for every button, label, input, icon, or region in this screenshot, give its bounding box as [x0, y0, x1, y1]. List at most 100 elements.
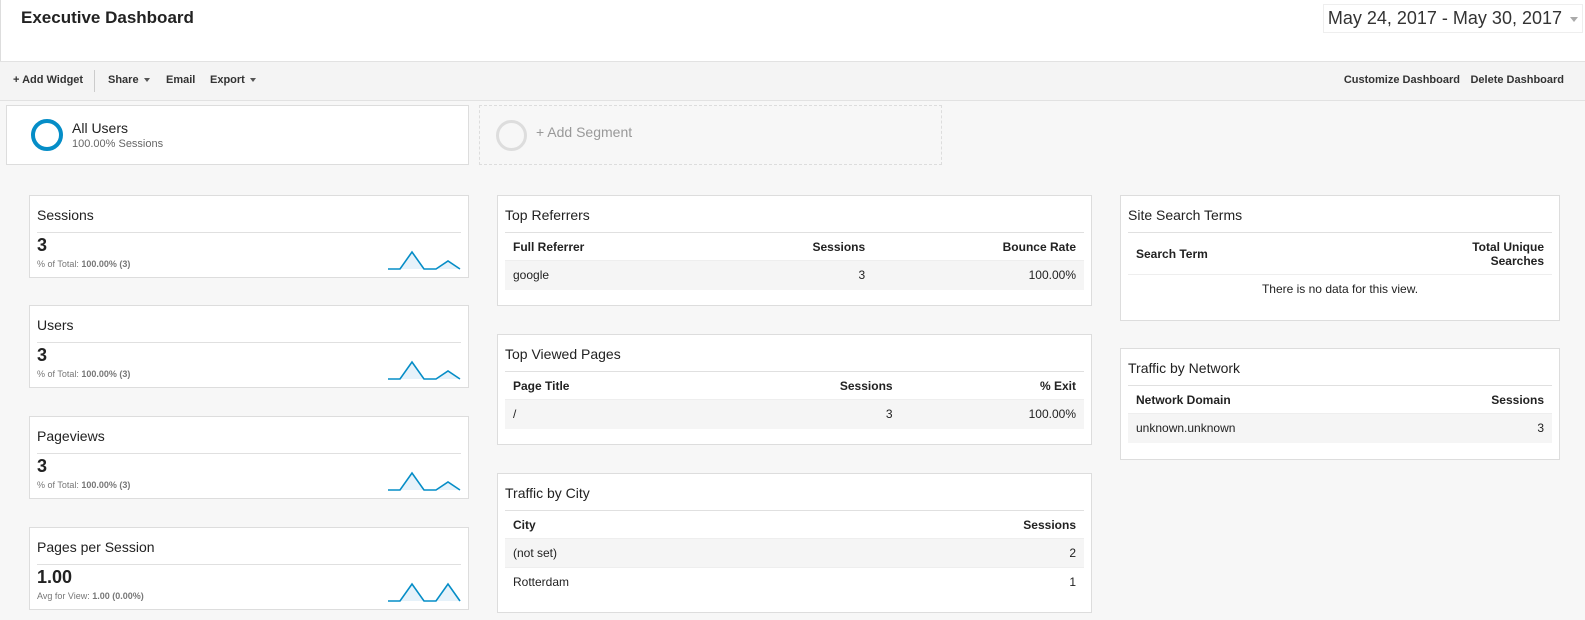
share-menu-button[interactable]: Share — [108, 74, 150, 86]
traffic-by-city-table: City Sessions (not set) 2 Rotterdam 1 — [505, 516, 1084, 597]
delete-dashboard-button[interactable]: Delete Dashboard — [1470, 74, 1564, 86]
table-cell: 3 — [691, 399, 921, 429]
chevron-down-icon — [249, 78, 256, 83]
column-header[interactable]: % Exit — [921, 377, 1084, 400]
segment-name: All Users — [72, 120, 129, 136]
metric-value: 3 — [37, 456, 48, 476]
table-row: google 3 100.00% — [505, 260, 1084, 290]
metric-subtext: % of Total: 100.00% (3) — [37, 480, 131, 490]
column-header[interactable]: City — [505, 516, 801, 539]
column-header[interactable]: Bounce Rate — [873, 238, 1084, 261]
referrer-link[interactable]: google — [505, 260, 712, 290]
traffic-by-network-table: Network Domain Sessions unknown.unknown … — [1128, 391, 1552, 443]
widget-site-search-terms: Site Search Terms Search Term Total Uniq… — [1120, 195, 1560, 321]
metric-widget-users: Users 3 % of Total: 100.00% (3) — [29, 305, 469, 388]
table-cell: 100.00% — [873, 260, 1084, 290]
add-segment-label: + Add Segment — [536, 124, 633, 140]
site-search-terms-table: Search Term Total Unique Searches There … — [1128, 238, 1552, 304]
widget-title: Site Search Terms — [1128, 207, 1243, 223]
empty-segment-ring-icon — [496, 120, 527, 151]
add-widget-button[interactable]: + Add Widget — [13, 74, 83, 86]
table-header-row: Full Referrer Sessions Bounce Rate — [505, 238, 1084, 261]
column-header[interactable]: Sessions — [801, 516, 1084, 539]
widget-title: Pages per Session — [37, 539, 155, 555]
city-link[interactable]: (not set) — [505, 538, 802, 568]
widget-divider — [37, 453, 461, 454]
widget-traffic-by-city: Traffic by City City Sessions (not set) … — [497, 473, 1092, 613]
table-row: There is no data for this view. — [1128, 274, 1552, 304]
dashboard-header: Executive Dashboard May 24, 2017 - May 3… — [0, 0, 1585, 61]
widget-divider — [505, 232, 1084, 233]
sparkline-chart — [388, 360, 461, 380]
date-range-label: May 24, 2017 - May 30, 2017 — [1327, 8, 1562, 28]
widget-title: Sessions — [37, 207, 94, 223]
segment-ring-icon — [31, 119, 63, 151]
table-row: unknown.unknown 3 — [1128, 413, 1552, 443]
widget-title: Top Referrers — [505, 207, 590, 223]
metric-value: 3 — [37, 345, 48, 365]
widget-divider — [1128, 232, 1552, 233]
sparkline-chart — [388, 250, 461, 270]
widget-title: Traffic by Network — [1128, 360, 1241, 376]
table-cell: 1 — [801, 567, 1084, 597]
page-title: Executive Dashboard — [21, 8, 194, 27]
column-header[interactable]: Full Referrer — [505, 238, 711, 261]
column-header[interactable]: Network Domain — [1128, 391, 1394, 414]
table-row: / 3 100.00% — [505, 399, 1084, 429]
widget-top-referrers: Top Referrers Full Referrer Sessions Bou… — [497, 195, 1092, 306]
table-row: (not set) 2 — [505, 538, 1084, 568]
metric-subtext: Avg for View: 1.00 (0.00%) — [37, 591, 144, 601]
table-header-row: Search Term Total Unique Searches — [1128, 238, 1552, 275]
share-label: Share — [108, 74, 139, 86]
metric-value: 1.00 — [37, 567, 73, 587]
column-header[interactable]: Search Term — [1128, 238, 1432, 275]
page-link[interactable]: / — [505, 399, 692, 429]
widget-divider — [37, 342, 461, 343]
date-range-picker[interactable]: May 24, 2017 - May 30, 2017 — [1322, 4, 1583, 33]
table-row: Rotterdam 1 — [505, 567, 1084, 597]
empty-state-message: There is no data for this view. — [1128, 274, 1552, 304]
segment-all-users[interactable]: All Users 100.00% Sessions — [6, 105, 469, 165]
export-label: Export — [210, 74, 245, 86]
segment-subtext: 100.00% Sessions — [72, 138, 164, 150]
table-header-row: Network Domain Sessions — [1128, 391, 1552, 414]
dashboard-toolbar: + Add Widget Share Email Export Customiz… — [0, 61, 1585, 101]
toolbar-divider — [94, 70, 95, 92]
metric-value: 3 — [37, 235, 48, 255]
top-referrers-table: Full Referrer Sessions Bounce Rate googl… — [505, 238, 1084, 290]
widget-divider — [505, 510, 1084, 511]
widget-divider — [505, 371, 1084, 372]
table-header-row: City Sessions — [505, 516, 1084, 539]
metric-widget-pageviews: Pageviews 3 % of Total: 100.00% (3) — [29, 416, 469, 499]
chevron-down-icon — [1570, 17, 1578, 22]
top-viewed-pages-table: Page Title Sessions % Exit / 3 100.00% — [505, 377, 1084, 429]
email-button[interactable]: Email — [166, 74, 195, 86]
widget-title: Users — [37, 317, 74, 333]
column-header[interactable]: Page Title — [505, 377, 692, 400]
table-cell: 3 — [711, 260, 874, 290]
network-link[interactable]: unknown.unknown — [1128, 413, 1394, 443]
sparkline-chart — [388, 471, 461, 491]
table-cell: 2 — [801, 538, 1084, 568]
widget-divider — [37, 232, 461, 233]
table-header-row: Page Title Sessions % Exit — [505, 377, 1084, 400]
column-header[interactable]: Sessions — [692, 377, 921, 400]
column-header[interactable]: Sessions — [1394, 391, 1552, 414]
table-cell: 100.00% — [920, 399, 1084, 429]
widget-title: Top Viewed Pages — [505, 346, 621, 362]
add-segment-button[interactable]: + Add Segment — [479, 105, 942, 165]
city-link[interactable]: Rotterdam — [505, 567, 802, 597]
column-header[interactable]: Sessions — [711, 238, 873, 261]
metric-widget-pages-per-session: Pages per Session 1.00 Avg for View: 1.0… — [29, 527, 469, 610]
widget-title: Traffic by City — [505, 485, 590, 501]
column-header[interactable]: Total Unique Searches — [1432, 238, 1552, 275]
table-cell: 3 — [1393, 413, 1552, 443]
export-menu-button[interactable]: Export — [210, 74, 256, 86]
widget-top-viewed-pages: Top Viewed Pages Page Title Sessions % E… — [497, 334, 1092, 445]
customize-dashboard-button[interactable]: Customize Dashboard — [1344, 74, 1460, 86]
widget-traffic-by-network: Traffic by Network Network Domain Sessio… — [1120, 348, 1560, 460]
widget-title: Pageviews — [37, 428, 105, 444]
metric-widget-sessions: Sessions 3 % of Total: 100.00% (3) — [29, 195, 469, 278]
widget-divider — [1128, 385, 1552, 386]
widget-divider — [37, 564, 461, 565]
